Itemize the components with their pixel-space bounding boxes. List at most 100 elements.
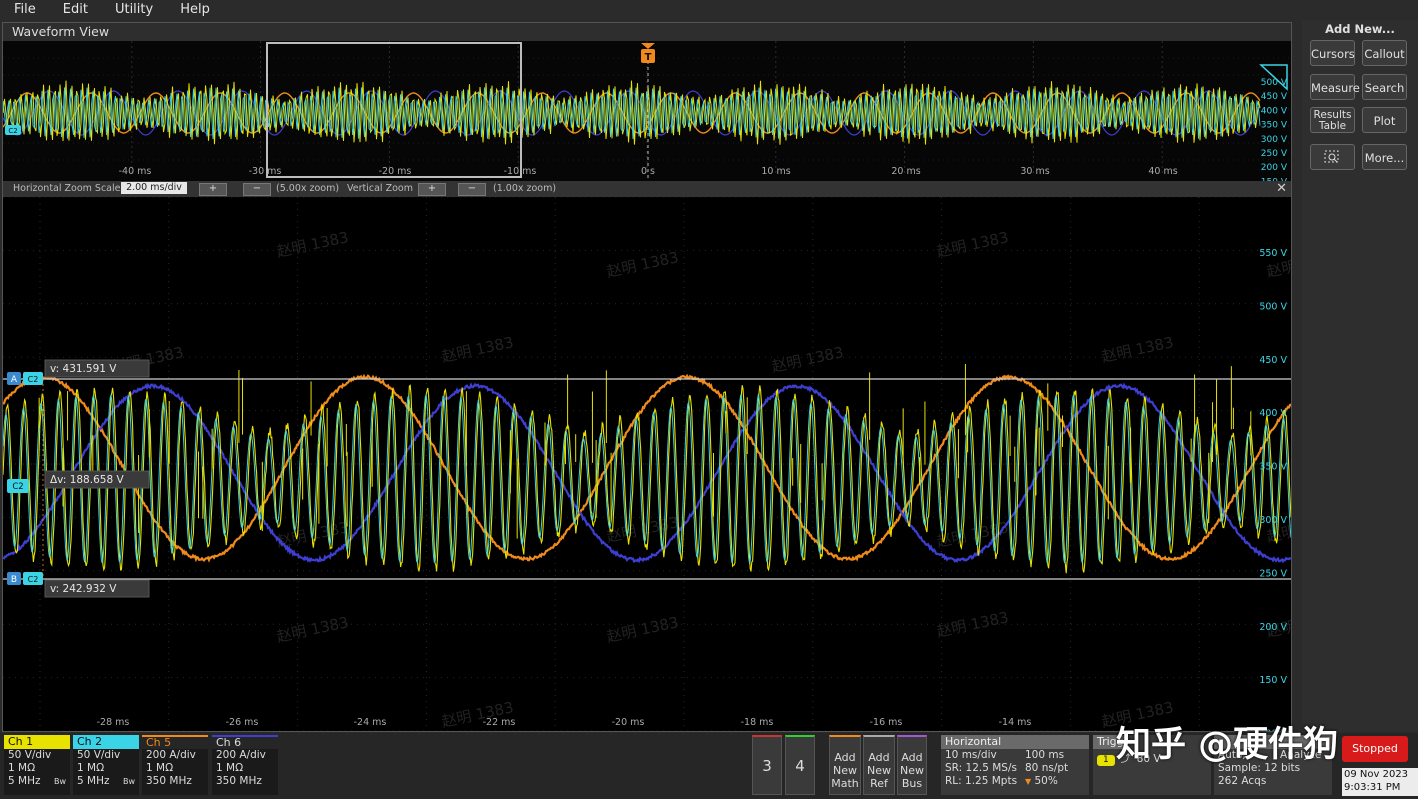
ch5-name: Ch 5 — [142, 735, 208, 749]
cursor-b-readout-text: v: 242.932 V — [50, 583, 117, 595]
add-new-math-button[interactable]: Add New Math — [829, 735, 861, 795]
watermark-text: 赵明 1383 — [605, 613, 680, 646]
run-stop-button[interactable]: Stopped — [1342, 736, 1408, 762]
v-zoom-factor: (1.00x zoom) — [493, 183, 557, 194]
results-table-button[interactable]: Results Table — [1310, 107, 1355, 133]
ch2-badge[interactable]: Ch 2 50 V/div 1 MΩ 5 MHz Bᴡ — [73, 735, 139, 795]
ch6-scale: 200 A/div — [216, 749, 266, 761]
main-zoom-plot[interactable]: 赵明 1383 赵明 1383 赵明 1383 赵明 1383 赵明 1383 赵明 13… — [2, 196, 1340, 740]
ch1-bandwidth: 5 MHz — [8, 775, 41, 787]
cursor-b-readout[interactable]: v: 242.932 V — [44, 579, 150, 598]
cursor-a-readout-text: v: 431.591 V — [50, 363, 117, 375]
menu-bar: File Edit Utility Help — [0, 0, 1418, 20]
main-plot-svg[interactable]: 赵明 1383 赵明 1383 赵明 1383 赵明 1383 赵明 1383 赵明 13… — [2, 196, 1340, 740]
cursor-a-handle[interactable]: A C2 — [7, 372, 43, 385]
main-volt-tick: 550 V — [1259, 248, 1287, 259]
h-scale: 10 ms/div — [945, 749, 997, 761]
add-ch4-button[interactable]: 4 — [785, 735, 815, 795]
ch1-badge[interactable]: Ch 1 50 V/div 1 MΩ 5 MHz Bᴡ — [4, 735, 70, 795]
overview-time-tick: -10 ms — [504, 166, 537, 177]
add-ref-l2: New — [867, 764, 891, 777]
overview-volt-tick: 350 V — [1261, 121, 1288, 131]
more-button[interactable]: More... — [1362, 144, 1407, 170]
watermark-text: 赵明 1383 — [275, 613, 350, 646]
waveform-view-title: Waveform View — [3, 23, 1291, 41]
v-zoom-plus-button[interactable]: + — [418, 183, 446, 196]
trigger-position-icon: ▼ — [1025, 777, 1032, 786]
add-ch3-button[interactable]: 3 — [752, 735, 782, 795]
add-new-bus-button[interactable]: Add New Bus — [897, 735, 927, 795]
ch5-badge[interactable]: Ch 5 200 A/div 1 MΩ 350 MHz — [142, 735, 208, 795]
ch1-impedance: 1 MΩ — [8, 762, 36, 774]
main-time-tick: -28 ms — [97, 717, 130, 728]
cursors-button[interactable]: Cursors — [1310, 40, 1355, 66]
add-bus-l3: Bus — [901, 777, 923, 790]
h-position: 50% — [1034, 775, 1058, 787]
main-time-tick: -24 ms — [354, 717, 387, 728]
h-zoom-factor: (5.00x zoom) — [276, 183, 340, 194]
add-math-l3: Math — [831, 777, 859, 790]
ch6-badge[interactable]: Ch 6 200 A/div 1 MΩ 350 MHz — [212, 735, 278, 795]
overview-channel-marker-label: C2 — [8, 127, 17, 135]
overview-channel-marker[interactable]: C2 — [5, 125, 21, 135]
overview-time-tick: -30 ms — [249, 166, 282, 177]
overview-volt-tick: 400 V — [1261, 106, 1288, 116]
overview-time-tick: -20 ms — [379, 166, 412, 177]
main-time-tick: -14 ms — [999, 717, 1032, 728]
trigger-position-marker[interactable]: T — [641, 43, 655, 63]
overview-plot[interactable]: T C2 500 V 450 V 400 V 350 V 300 V 250 V 200 V… — [2, 41, 1291, 187]
h-zoom-minus-button[interactable]: − — [243, 183, 271, 196]
vertical-zoom-label: Vertical Zoom — [347, 183, 413, 194]
main-volt-tick: 400 V — [1259, 408, 1287, 419]
plot-button[interactable]: Plot — [1362, 107, 1407, 133]
search-button[interactable]: Search — [1362, 74, 1407, 100]
delta-readout-text: Δv: 188.658 V — [50, 474, 124, 486]
horizontal-zoom-label: Horizontal Zoom Scale — [13, 183, 121, 194]
add-new-title: Add New... — [1325, 22, 1395, 36]
ch2-bw-limit-icon: Bᴡ — [122, 777, 135, 786]
close-zoom-icon[interactable]: ✕ — [1276, 181, 1287, 196]
watermark-text: 赵明 1383 — [440, 333, 515, 366]
add-ref-l1: Add — [868, 751, 890, 764]
main-channel-marker[interactable]: C2 — [7, 479, 29, 493]
acq-count: 262 Acqs — [1218, 775, 1267, 787]
cursor-a-readout[interactable]: v: 431.591 V — [44, 359, 150, 378]
ch2-bandwidth: 5 MHz — [77, 775, 110, 787]
date-text: 09 Nov 2023 — [1344, 769, 1409, 780]
ch2-scale: 50 V/div — [77, 749, 121, 761]
h-position-row: ▼ 50% — [1025, 775, 1058, 788]
callout-button[interactable]: Callout — [1362, 40, 1407, 66]
delta-readout[interactable]: Δv: 188.658 V — [44, 470, 150, 489]
horizontal-settings-box[interactable]: Horizontal 10 ms/div 100 ms SR: 12.5 MS/s… — [941, 735, 1089, 795]
datetime-display: 09 Nov 2023 9:03:31 PM — [1342, 768, 1418, 796]
horizontal-zoom-value[interactable]: 2.00 ms/div — [121, 182, 187, 194]
menu-edit[interactable]: Edit — [49, 0, 101, 17]
add-ref-l3: Ref — [870, 777, 888, 790]
ch1-name: Ch 1 — [4, 735, 70, 749]
zoom-select-button[interactable] — [1310, 144, 1355, 170]
v-zoom-minus-button[interactable]: − — [458, 183, 486, 196]
overview-svg[interactable]: T C2 500 V 450 V 400 V 350 V 300 V 250 V 200 V… — [2, 41, 1291, 187]
measure-button[interactable]: Measure — [1310, 74, 1360, 100]
menu-file[interactable]: File — [0, 0, 49, 17]
main-time-tick: -16 ms — [870, 717, 903, 728]
add-bus-l1: Add — [901, 751, 923, 764]
ch5-impedance: 1 MΩ — [146, 762, 174, 774]
ch2-name: Ch 2 — [73, 735, 139, 749]
ch1-bandwidth-row: 5 MHz Bᴡ — [4, 775, 70, 788]
overview-volt-tick: 300 V — [1261, 135, 1288, 145]
ch2-impedance: 1 MΩ — [77, 762, 105, 774]
overview-volt-tick: 250 V — [1261, 149, 1288, 159]
watermark-text: 赵明 1383 — [770, 343, 845, 376]
overview-time-tick: 0 s — [641, 166, 655, 177]
cursor-b-tag: B — [11, 575, 17, 585]
menu-help[interactable]: Help — [166, 0, 223, 17]
cursor-b-handle[interactable]: B C2 — [7, 572, 43, 585]
main-volt-tick: 500 V — [1259, 301, 1287, 312]
time-text: 9:03:31 PM — [1344, 782, 1401, 793]
add-new-ref-button[interactable]: Add New Ref — [863, 735, 895, 795]
overview-time-tick: 20 ms — [891, 166, 920, 177]
h-zoom-plus-button[interactable]: + — [199, 183, 227, 196]
menu-utility[interactable]: Utility — [101, 0, 166, 17]
results-line2: Table — [1318, 120, 1347, 132]
